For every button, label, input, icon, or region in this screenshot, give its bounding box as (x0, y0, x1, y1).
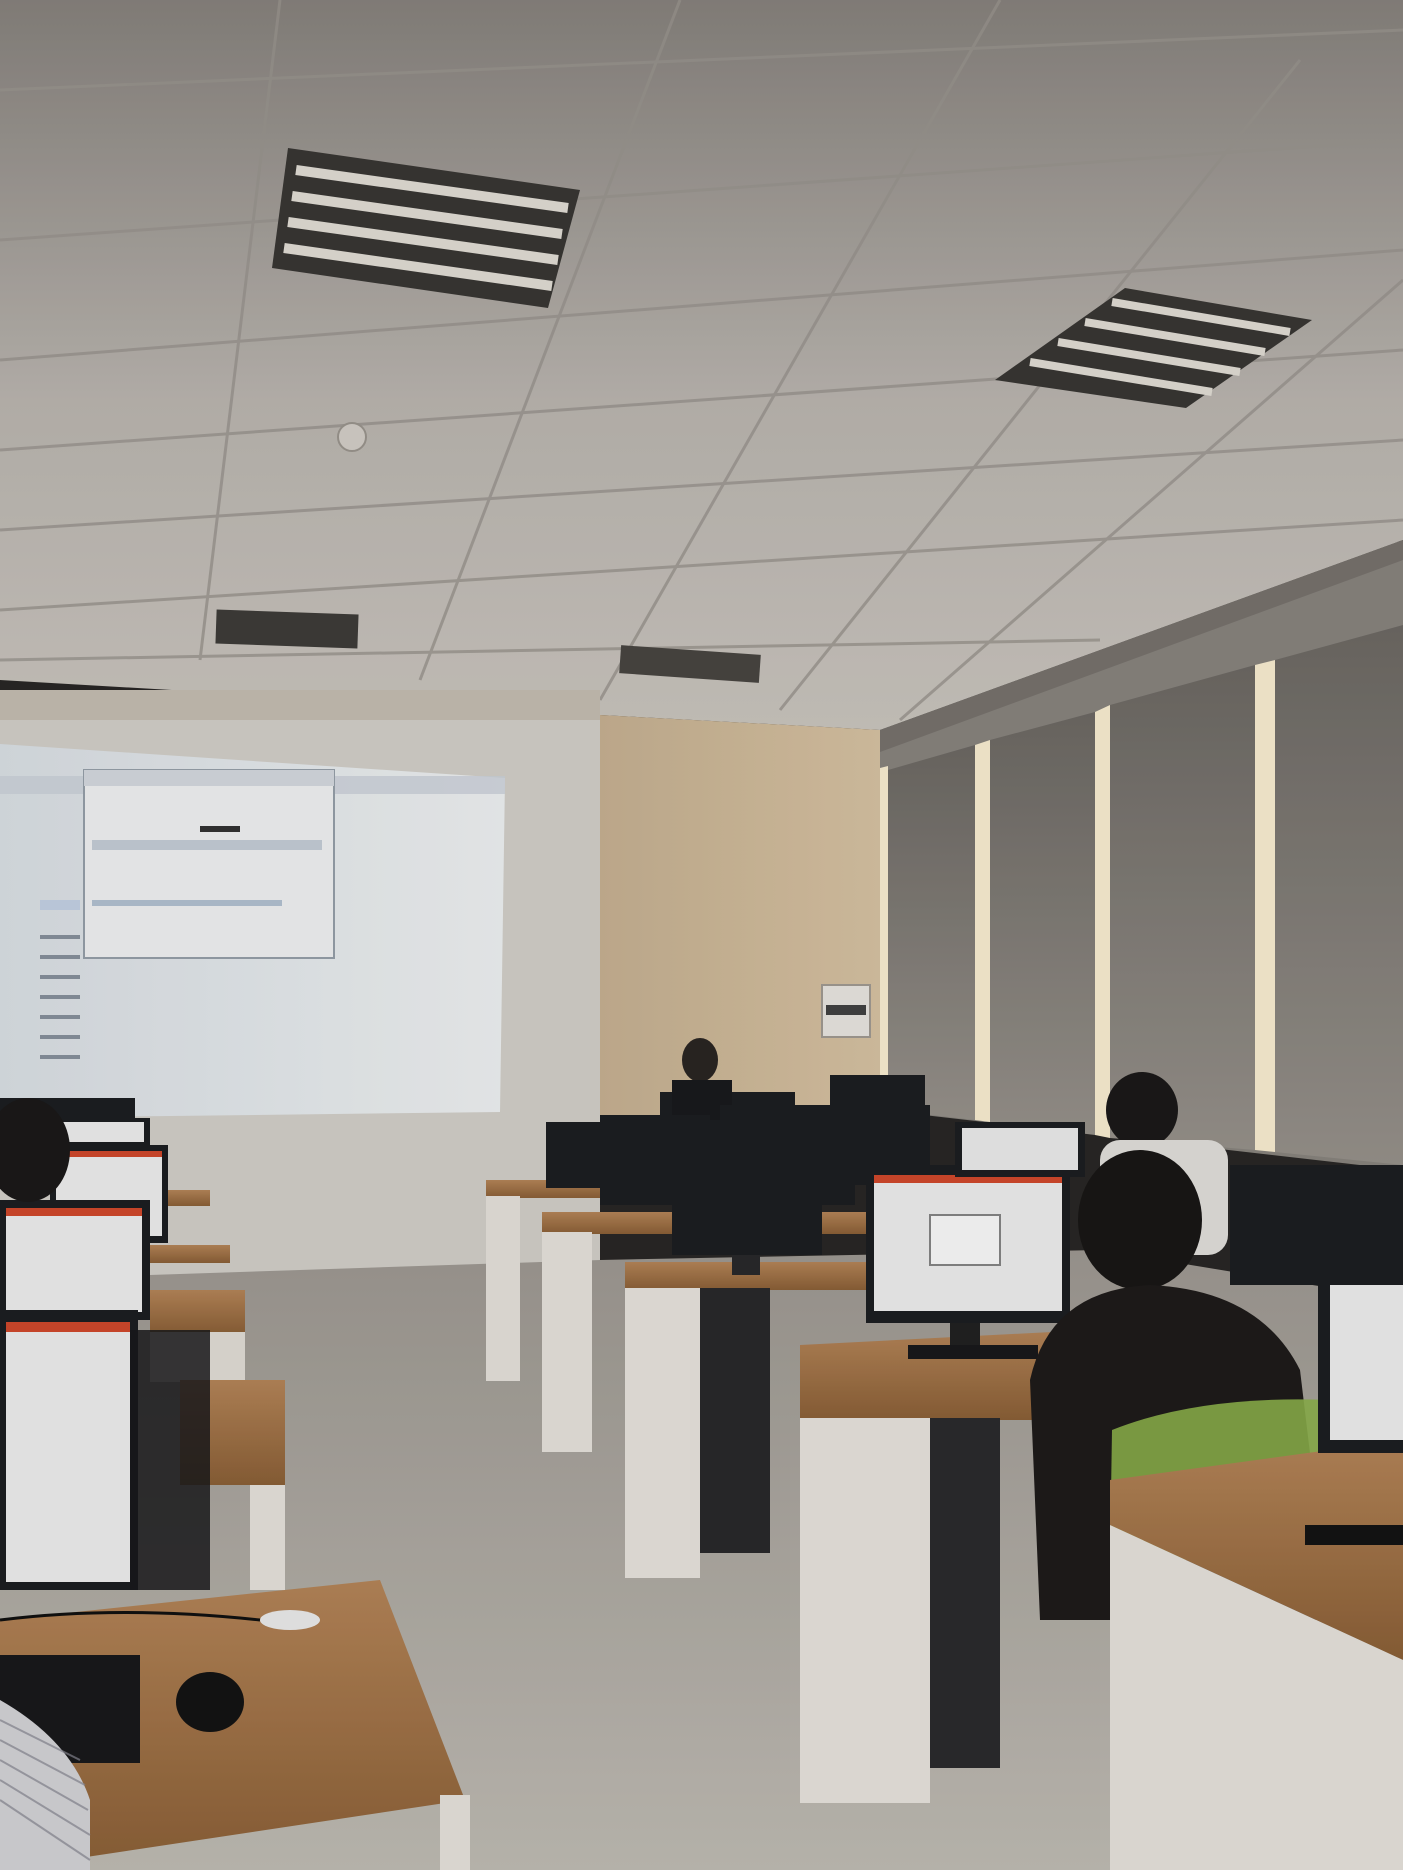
classroom-scene (0, 0, 1403, 1870)
ambient-shadow (0, 0, 1403, 1870)
